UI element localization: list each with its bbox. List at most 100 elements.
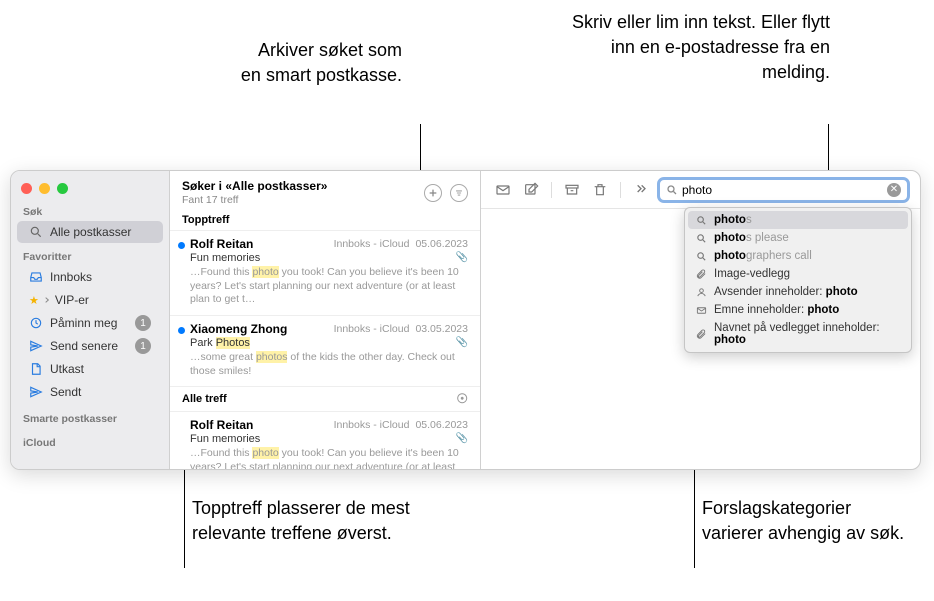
suggestion-text: Image-vedlegg: [714, 268, 902, 280]
magnifier-icon: [694, 251, 708, 262]
message-list: Søker i «Alle postkasser» Fant 17 treff …: [170, 171, 481, 469]
search-input[interactable]: [682, 183, 887, 197]
suggestion-item[interactable]: photos: [688, 211, 908, 229]
suggestion-item[interactable]: Emne inneholder: photo: [688, 301, 908, 319]
paperclip-icon: [694, 329, 708, 340]
sidebar-vip[interactable]: ★ VIP-er: [17, 289, 163, 311]
suggestions-popup: photos photos please photographers call …: [684, 207, 912, 353]
message-subject: Fun memories: [190, 433, 260, 445]
archive-icon: [564, 182, 580, 198]
unread-dot-icon: [178, 327, 185, 334]
separator: [620, 182, 621, 198]
mail-window: Søk Alle postkasser Favoritter Innboks ★…: [10, 170, 921, 470]
plus-icon: [428, 188, 438, 198]
message-date: 03.05.2023: [415, 323, 468, 335]
delete-button[interactable]: [588, 178, 612, 202]
attachment-icon: 📎: [456, 252, 468, 263]
suggestion-item[interactable]: Navnet på vedlegget inneholder: photo: [688, 319, 908, 349]
envelope-icon: [694, 305, 708, 316]
save-search-button[interactable]: [424, 184, 442, 202]
suggestion-item[interactable]: Avsender inneholder: photo: [688, 283, 908, 301]
message-folder: Innboks - iCloud: [334, 419, 410, 431]
sidebar-all-mailboxes[interactable]: Alle postkasser: [17, 221, 163, 243]
content-pane: ✕ photos photos please photographers cal…: [481, 171, 920, 469]
sidebar-badge: 1: [135, 315, 151, 331]
message-subject: Fun memories: [190, 252, 260, 264]
close-window-button[interactable]: [21, 183, 32, 194]
unread-dot-icon: [178, 242, 185, 249]
paperclip-icon: [694, 269, 708, 280]
archive-button[interactable]: [560, 178, 584, 202]
message-row[interactable]: Rolf Reitan Innboks - iCloud 05.06.2023 …: [170, 412, 480, 469]
sidebar-item-label: Innboks: [50, 270, 151, 284]
sidebar-drafts[interactable]: Utkast: [17, 358, 163, 380]
trash-icon: [592, 182, 608, 198]
document-icon: [29, 362, 43, 376]
suggestion-text: Avsender inneholder: photo: [714, 286, 902, 298]
attachment-icon: 📎: [456, 433, 468, 444]
search-field[interactable]: ✕: [657, 177, 910, 203]
suggestion-text: photos: [714, 214, 902, 226]
message-row[interactable]: Xiaomeng Zhong Innboks - iCloud 03.05.20…: [170, 316, 480, 387]
message-sender: Rolf Reitan: [190, 418, 253, 432]
sidebar-heading-smart: Smarte postkasser: [11, 411, 169, 427]
section-all-hits: Alle treff ☉: [170, 387, 480, 412]
magnifier-icon: [694, 215, 708, 226]
clear-search-button[interactable]: ✕: [887, 183, 901, 197]
sidebar-remind[interactable]: Påminn meg 1: [17, 312, 163, 334]
attachment-icon: 📎: [456, 337, 468, 348]
sidebar-heading-search: Søk: [11, 204, 169, 220]
message-date: 05.06.2023: [415, 238, 468, 250]
magnifier-icon: [694, 233, 708, 244]
sent-icon: [29, 385, 43, 399]
suggestion-item[interactable]: Image-vedlegg: [688, 265, 908, 283]
callout-smart-mailbox: Arkiver søket som en smart postkasse.: [234, 38, 402, 88]
sidebar: Søk Alle postkasser Favoritter Innboks ★…: [11, 171, 170, 469]
callout-line: [828, 124, 829, 176]
search-icon: [666, 184, 678, 196]
list-header: Søker i «Alle postkasser» Fant 17 treff: [170, 171, 480, 210]
person-icon: [694, 287, 708, 298]
compose-button[interactable]: [519, 178, 543, 202]
minimize-window-button[interactable]: [39, 183, 50, 194]
compose-icon: [523, 182, 539, 198]
suggestion-item[interactable]: photos please: [688, 229, 908, 247]
message-folder: Innboks - iCloud: [334, 323, 410, 335]
suggestion-text: photographers call: [714, 250, 902, 262]
sidebar-sent[interactable]: Sendt: [17, 381, 163, 403]
message-subject: Park Photos: [190, 337, 250, 349]
message-preview: …Found this photo you took! Can you beli…: [190, 447, 468, 469]
sidebar-badge: 1: [135, 338, 151, 354]
zoom-window-button[interactable]: [57, 183, 68, 194]
magnifier-icon: [29, 225, 43, 239]
separator: [551, 182, 552, 198]
suggestion-text: Navnet på vedlegget inneholder: photo: [714, 322, 902, 346]
message-date: 05.06.2023: [415, 419, 468, 431]
message-preview: …Found this photo you took! Can you beli…: [190, 266, 468, 307]
suggestion-item[interactable]: photographers call: [688, 247, 908, 265]
sidebar-inbox[interactable]: Innboks: [17, 266, 163, 288]
callout-categories: Forslagskategorier varierer avhengig av …: [702, 496, 912, 546]
filter-button[interactable]: [450, 184, 468, 202]
message-sender: Xiaomeng Zhong: [190, 322, 287, 336]
message-preview: …some great photos of the kids the other…: [190, 351, 468, 378]
section-top-hits: Topptreff: [170, 210, 480, 231]
reply-button[interactable]: [491, 178, 515, 202]
sidebar-item-label: Alle postkasser: [50, 225, 151, 239]
message-row[interactable]: Rolf Reitan Innboks - iCloud 05.06.2023 …: [170, 231, 480, 316]
callout-top-hits: Topptreff plasserer de mest relevante tr…: [192, 496, 422, 546]
callout-search-hint: Skriv eller lim inn tekst. Eller flytt i…: [550, 10, 830, 86]
sidebar-heading-icloud: iCloud: [11, 435, 169, 451]
clock-icon: [29, 316, 43, 330]
more-button[interactable]: [629, 178, 653, 202]
sidebar-send-later[interactable]: Send senere 1: [17, 335, 163, 357]
disclosure-icon: [43, 293, 51, 307]
search-result-count: Fant 17 treff: [182, 194, 416, 206]
toolbar: ✕: [481, 171, 920, 209]
callout-line: [420, 124, 421, 176]
sidebar-item-label: Utkast: [50, 362, 151, 376]
envelope-icon: [495, 182, 511, 198]
suggestion-text: photos please: [714, 232, 902, 244]
sidebar-item-label: Send senere: [50, 339, 135, 353]
sidebar-item-label: VIP-er: [55, 293, 151, 307]
